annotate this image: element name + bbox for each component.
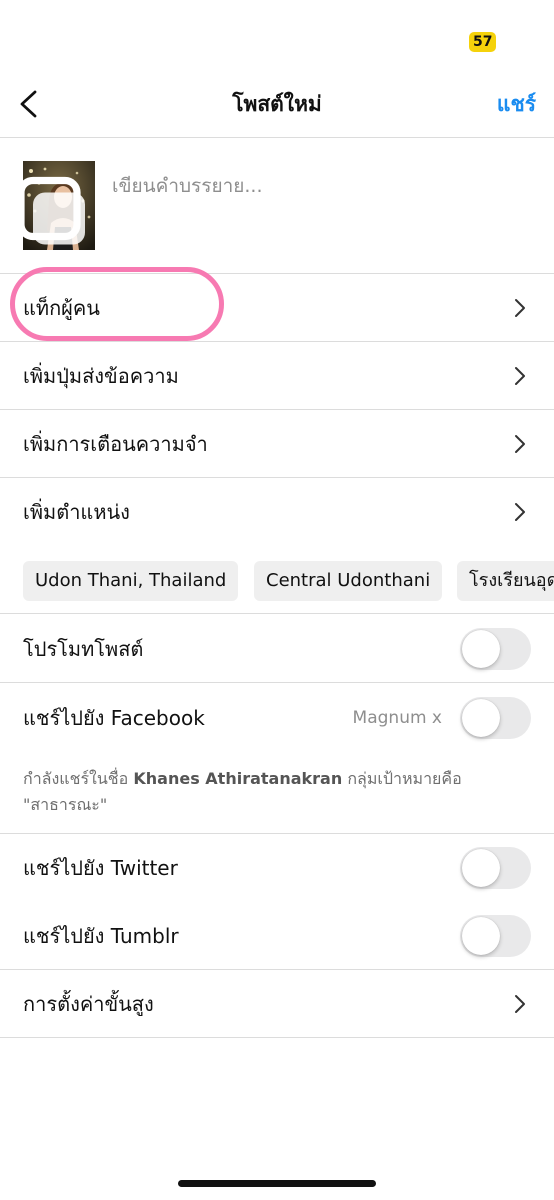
location-chip[interactable]: Udon Thani, Thailand xyxy=(23,561,239,601)
toggle-knob xyxy=(462,630,500,668)
promote-post-label: โปรโมทโพสต์ xyxy=(23,637,144,661)
advanced-settings-row[interactable]: การตั้งค่าขั้นสูง xyxy=(0,970,554,1038)
share-tumblr-row: แชร์ไปยัง Tumblr xyxy=(0,902,554,970)
add-message-button-label: เพิ่มปุ่มส่งข้อความ xyxy=(23,364,179,388)
share-tumblr-toggle[interactable] xyxy=(460,915,531,957)
chevron-left-icon xyxy=(20,90,37,118)
caption-input[interactable] xyxy=(112,168,532,204)
new-post-screen: 57 โพสต์ใหม่ แชร์ เขียนคำบรรยาย... แท็กผ… xyxy=(0,0,554,1200)
promote-post-toggle[interactable] xyxy=(460,628,531,670)
chevron-right-icon xyxy=(508,364,532,388)
tag-people-label: แท็กผู้คน xyxy=(23,296,100,320)
toggle-knob xyxy=(462,699,500,737)
page-title: โพสต์ใหม่ xyxy=(232,92,322,116)
share-tumblr-label: แชร์ไปยัง Tumblr xyxy=(23,924,179,948)
share-info-text: กำลังแชร์ในชื่อ Khanes Athiratanakran กล… xyxy=(23,766,531,818)
add-location-label: เพิ่มตำแหน่ง xyxy=(23,500,130,524)
toggle-knob xyxy=(462,917,500,955)
chevron-right-icon xyxy=(508,992,532,1016)
chevron-right-icon xyxy=(508,432,532,456)
promote-post-row: โปรโมทโพสต์ xyxy=(0,615,554,683)
share-twitter-label: แชร์ไปยัง Twitter xyxy=(23,856,178,880)
location-suggestions: Udon Thani, Thailand Central Udonthani โ… xyxy=(0,548,554,614)
share-twitter-toggle[interactable] xyxy=(460,847,531,889)
add-location-row[interactable]: เพิ่มตำแหน่ง xyxy=(0,478,554,546)
chevron-right-icon xyxy=(508,296,532,320)
battery-indicator: 57 xyxy=(469,32,497,52)
advanced-settings-label: การตั้งค่าขั้นสูง xyxy=(23,992,154,1016)
share-button[interactable]: แชร์ xyxy=(497,70,536,138)
share-facebook-toggle[interactable] xyxy=(460,697,531,739)
share-note-prefix: กำลังแชร์ในชื่อ xyxy=(23,769,134,788)
add-reminder-row[interactable]: เพิ่มการเตือนความจำ xyxy=(0,410,554,478)
share-twitter-row: แชร์ไปยัง Twitter xyxy=(0,834,554,902)
location-chip[interactable]: โรงเรียนอุด xyxy=(457,561,554,601)
status-bar: 57 xyxy=(0,0,554,70)
tag-people-row[interactable]: แท็กผู้คน xyxy=(0,274,554,342)
home-indicator[interactable] xyxy=(178,1180,376,1187)
chevron-right-icon xyxy=(508,500,532,524)
share-facebook-row: แชร์ไปยัง Facebook Magnum x xyxy=(0,684,554,752)
back-button[interactable] xyxy=(10,84,50,124)
multiple-photos-icon xyxy=(23,176,85,245)
header: โพสต์ใหม่ แชร์ xyxy=(0,70,554,138)
location-chip[interactable]: Central Udonthani xyxy=(254,561,443,601)
caption-area xyxy=(0,138,554,274)
add-message-button-row[interactable]: เพิ่มปุ่มส่งข้อความ xyxy=(0,342,554,410)
share-facebook-label: แชร์ไปยัง Facebook xyxy=(23,706,205,730)
post-thumbnail[interactable] xyxy=(23,161,95,250)
toggle-knob xyxy=(462,849,500,887)
facebook-account-name[interactable]: Magnum x xyxy=(353,684,442,752)
add-reminder-label: เพิ่มการเตือนความจำ xyxy=(23,432,208,456)
share-info-note: กำลังแชร์ในชื่อ Khanes Athiratanakran กล… xyxy=(0,752,554,834)
share-note-name: Khanes Athiratanakran xyxy=(133,769,343,788)
